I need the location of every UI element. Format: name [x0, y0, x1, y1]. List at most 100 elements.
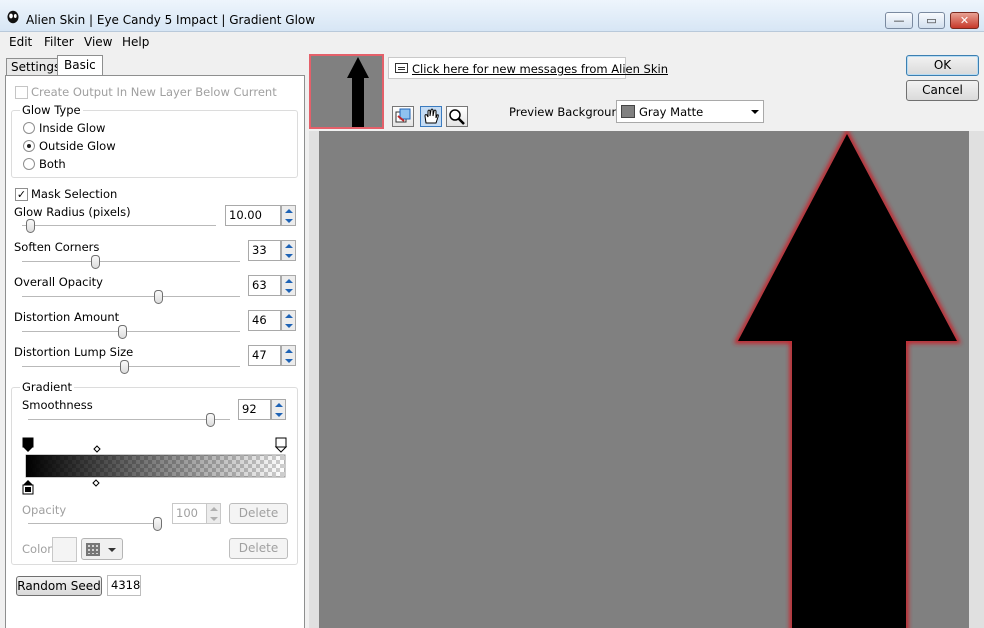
gradient-opacity-label: Opacity: [22, 503, 67, 517]
messages-bar[interactable]: Click here for new messages from Alien S…: [388, 57, 668, 79]
glow-radius-spinner[interactable]: [281, 205, 296, 226]
ok-button[interactable]: OK: [906, 55, 979, 76]
overall-opacity-input[interactable]: 63: [248, 275, 281, 296]
cancel-button[interactable]: Cancel: [906, 80, 979, 101]
preview-background-label: Preview Background:: [509, 105, 630, 119]
color-swatch[interactable]: [52, 537, 77, 562]
gradient-editor[interactable]: [20, 436, 290, 496]
overall-opacity-spinner[interactable]: [281, 275, 296, 296]
both-label: Both: [39, 157, 66, 171]
navigator-thumbnail[interactable]: [309, 54, 384, 129]
distortion-amount-input[interactable]: 46: [248, 310, 281, 331]
menu-bar: Edit Filter View Help: [0, 32, 984, 52]
distortion-lump-size-track: [22, 366, 240, 368]
hand-icon: [424, 108, 439, 124]
glow-radius-input[interactable]: 10.00: [225, 205, 281, 226]
chevron-down-icon: [751, 110, 759, 114]
gradient-title: Gradient: [20, 380, 75, 394]
alien-skin-icon: [7, 10, 19, 24]
overall-opacity-label: Overall Opacity: [14, 275, 103, 289]
radio-both[interactable]: [23, 158, 35, 170]
distortion-lump-size-slider[interactable]: [120, 360, 130, 374]
delete-opacity-stop-button[interactable]: Delete: [229, 503, 288, 524]
menu-help[interactable]: Help: [122, 35, 149, 49]
glow-radius-label: Glow Radius (pixels): [14, 205, 131, 219]
minimize-icon: —: [893, 14, 905, 27]
soften-corners-track: [22, 261, 240, 263]
menu-filter[interactable]: Filter: [44, 35, 74, 49]
hand-tool-button[interactable]: [420, 106, 442, 127]
distortion-amount-track: [22, 331, 240, 333]
create-output-checkbox[interactable]: [15, 86, 28, 99]
radio-outside-glow[interactable]: [23, 140, 35, 152]
distortion-amount-label: Distortion Amount: [14, 310, 120, 324]
zoom-icon: [449, 109, 465, 125]
preview-tool-button[interactable]: [392, 106, 414, 127]
overall-opacity-track: [22, 296, 240, 298]
chevron-down-icon: [108, 548, 116, 552]
gradient-color-label: Color: [22, 542, 53, 556]
smoothness-label: Smoothness: [22, 398, 93, 412]
outside-glow-label: Outside Glow: [39, 139, 116, 153]
maximize-icon: ▭: [926, 14, 937, 27]
minimize-button[interactable]: —: [885, 12, 913, 29]
mask-selection-checkbox[interactable]: ✓: [15, 188, 28, 201]
distortion-lump-size-spinner[interactable]: [281, 345, 296, 366]
smoothness-track: [28, 419, 230, 421]
palette-grid-icon: [86, 543, 100, 556]
glow-radius-slider[interactable]: [25, 219, 35, 233]
color-stop-left-icon[interactable]: [22, 480, 34, 495]
window-title: Alien Skin | Eye Candy 5 Impact | Gradie…: [26, 13, 316, 27]
menu-edit[interactable]: Edit: [9, 35, 32, 49]
navigator-arrow-preview: [347, 57, 369, 127]
eye-candy-window: Alien Skin | Eye Candy 5 Impact | Gradie…: [0, 0, 984, 628]
glow-arrow-preview: [309, 131, 984, 628]
gradient-opacity-input[interactable]: 100: [172, 503, 207, 524]
preview-navigate-icon: [395, 108, 411, 123]
gradient-opacity-spinner[interactable]: [206, 503, 221, 524]
close-icon: ✕: [959, 14, 970, 27]
preview-canvas[interactable]: [309, 131, 984, 628]
inside-glow-label: Inside Glow: [39, 121, 106, 135]
color-picker-dropdown[interactable]: [81, 538, 123, 560]
tab-strip: Settings Basic: [5, 55, 305, 77]
glow-type-title: Glow Type: [20, 103, 83, 117]
glow-radius-track: [22, 225, 216, 227]
smoothness-slider[interactable]: [205, 413, 215, 427]
smoothness-spinner[interactable]: [271, 399, 286, 420]
title-bar: Alien Skin | Eye Candy 5 Impact | Gradie…: [0, 0, 984, 32]
distortion-amount-spinner[interactable]: [281, 310, 296, 331]
delete-color-stop-button[interactable]: Delete: [229, 538, 288, 559]
distortion-amount-slider[interactable]: [118, 325, 128, 339]
messages-link[interactable]: Click here for new messages from Alien S…: [412, 62, 668, 76]
preview-background-swatch: [621, 105, 635, 118]
soften-corners-slider[interactable]: [90, 255, 100, 269]
distortion-lump-size-label: Distortion Lump Size: [14, 345, 134, 359]
opacity-midpoint-icon[interactable]: [93, 445, 101, 453]
tab-basic[interactable]: Basic: [57, 55, 103, 77]
close-button[interactable]: ✕: [950, 12, 979, 29]
maximize-button[interactable]: ▭: [918, 12, 945, 29]
mask-selection-label: Mask Selection: [31, 187, 118, 201]
random-seed-button[interactable]: Random Seed: [16, 576, 102, 596]
smoothness-input[interactable]: 92: [238, 399, 271, 420]
opacity-stop-left-icon[interactable]: [22, 437, 34, 452]
radio-inside-glow[interactable]: [23, 122, 35, 134]
opacity-stop-right-icon[interactable]: [274, 437, 288, 453]
overall-opacity-slider[interactable]: [153, 290, 163, 304]
zoom-tool-button[interactable]: [446, 106, 468, 127]
menu-view[interactable]: View: [84, 35, 112, 49]
gradient-opacity-track: [28, 523, 162, 525]
basic-settings-panel: Create Output In New Layer Below Current…: [5, 75, 305, 628]
soften-corners-spinner[interactable]: [281, 240, 296, 261]
soften-corners-input[interactable]: 33: [248, 240, 281, 261]
random-seed-input[interactable]: 4318: [107, 575, 141, 596]
preview-background-value: Gray Matte: [639, 105, 704, 119]
create-output-label: Create Output In New Layer Below Current: [31, 85, 277, 99]
gradient-opacity-slider[interactable]: [153, 517, 162, 531]
soften-corners-label: Soften Corners: [14, 240, 100, 254]
preview-background-select[interactable]: Gray Matte: [616, 100, 764, 123]
message-icon: [395, 63, 408, 73]
color-midpoint-icon[interactable]: [92, 479, 100, 487]
distortion-lump-size-input[interactable]: 47: [248, 345, 281, 366]
